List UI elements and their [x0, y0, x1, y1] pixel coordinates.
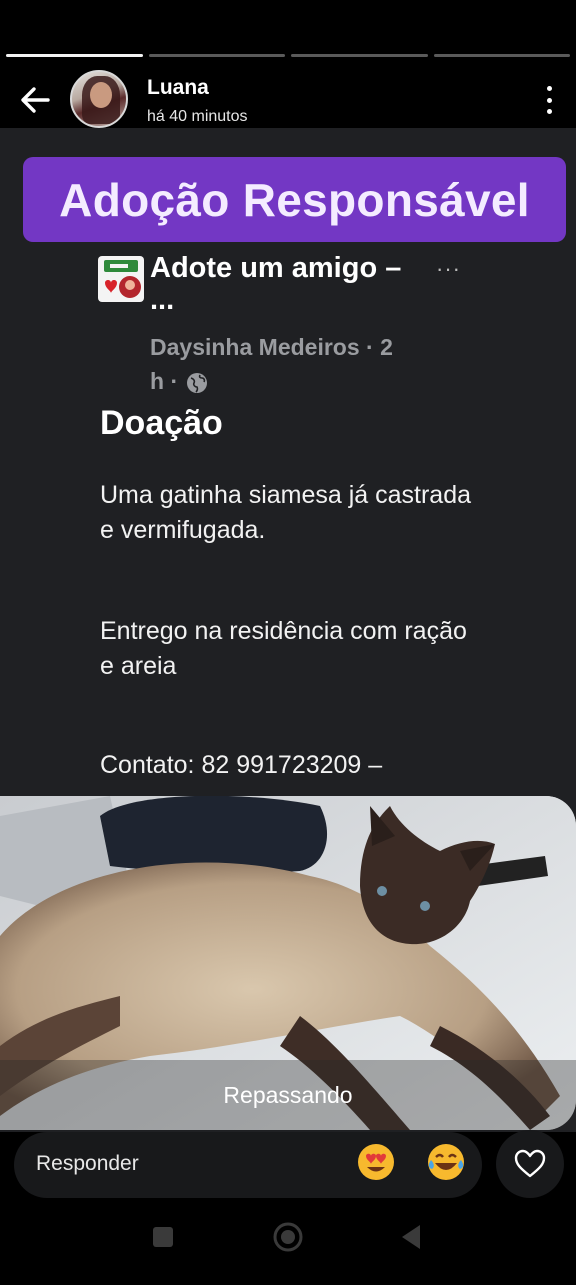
system-navigation-bar: [0, 1200, 576, 1280]
recent-apps-button: [153, 1227, 173, 1247]
back-button[interactable]: [18, 84, 54, 116]
post-paragraph: Uma gatinha siamesa já castrada e vermif…: [100, 481, 472, 544]
story-content[interactable]: Adoção Responsável Adote um amigo – ... …: [0, 128, 576, 1132]
reply-input[interactable]: Responder: [14, 1132, 482, 1198]
laughing-tears-emoji-icon[interactable]: [426, 1142, 466, 1182]
dot-icon: [546, 109, 552, 114]
story-progress: [6, 54, 570, 57]
banner-title: Adoção Responsável: [23, 157, 566, 242]
post-heading: Doação: [100, 404, 223, 442]
post-time: há 40 minutos: [147, 108, 248, 125]
story-header: Luana há 40 minutos: [0, 70, 576, 130]
avatar[interactable]: [70, 70, 128, 128]
progress-segment: [291, 54, 428, 57]
heart-eyes-emoji-icon[interactable]: [356, 1142, 396, 1182]
more-options-button[interactable]: [544, 86, 554, 114]
post-meta: Daysinha Medeiros · 2 h ·: [150, 330, 410, 398]
nav-back-button: [402, 1225, 420, 1249]
photo-caption: Repassando: [0, 1060, 576, 1130]
group-logo-icon: [98, 256, 144, 302]
reply-placeholder: Responder: [36, 1152, 139, 1175]
dot-icon: [546, 97, 552, 103]
post-menu-icon[interactable]: ···: [436, 256, 461, 282]
like-button[interactable]: [496, 1130, 564, 1198]
user-name[interactable]: Luana: [147, 76, 209, 100]
post-paragraph: Entrego na residência com ração e areia: [100, 617, 467, 680]
progress-segment: [6, 54, 143, 57]
group-title[interactable]: Adote um amigo – ...: [150, 252, 420, 316]
heart-icon: [514, 1149, 546, 1178]
author-name[interactable]: Daysinha Medeiros: [150, 334, 360, 360]
arrow-left-icon: [21, 87, 50, 113]
dot-icon: [546, 86, 552, 91]
globe-icon: [186, 372, 207, 393]
progress-segment: [433, 54, 570, 57]
post-paragraph: Contato: 82 991723209 –: [100, 751, 383, 779]
progress-segment: [148, 54, 285, 57]
